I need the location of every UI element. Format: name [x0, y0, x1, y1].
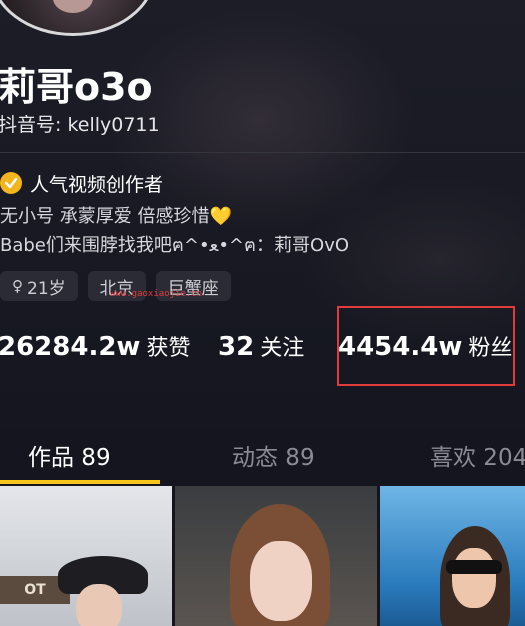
tab-works[interactable]: 作品 89: [28, 438, 111, 472]
bio-line-1: 无小号 承蒙厚爱 倍感珍惜💛: [0, 206, 232, 227]
followers-highlight-box: [337, 306, 515, 386]
video-thumbnail-2[interactable]: [175, 486, 377, 626]
face-shape: [452, 548, 496, 608]
video-thumbnail-1[interactable]: OT: [0, 486, 172, 626]
bio-line-2: Babe们来围脖找我吧ฅ^•ﻌ•^ฅ：莉哥OvO: [0, 235, 350, 256]
watermark: www.gaoxiaojie.cn: [110, 289, 203, 299]
profile-name: 莉哥o3o: [0, 65, 153, 109]
active-tab-indicator: [0, 480, 160, 484]
sunglasses-shape: [446, 560, 502, 574]
likes-label: 获赞: [146, 336, 191, 361]
stat-likes[interactable]: 26284.2w 获赞: [0, 330, 190, 362]
video-grid: OT: [0, 486, 525, 626]
tab-dynamics[interactable]: 动态 89: [232, 438, 315, 472]
following-label: 关注: [260, 336, 305, 361]
avatar-face: [53, 0, 93, 13]
video-thumbnail-3[interactable]: [380, 486, 525, 626]
tag-age-label: 21岁: [27, 278, 66, 299]
tab-likes[interactable]: 喜欢 204: [430, 438, 525, 472]
badge-label: 人气视频创作者: [30, 173, 164, 196]
douyin-id: 抖音号: kelly0711: [0, 114, 160, 136]
face-shape: [76, 584, 122, 626]
content-tabs: 作品 89 动态 89 喜欢 204: [0, 430, 525, 486]
gender-female-icon: ♀: [12, 277, 23, 295]
face-shape: [250, 541, 312, 621]
stat-following[interactable]: 32 关注: [218, 330, 304, 362]
creator-badge[interactable]: 人气视频创作者: [0, 168, 163, 198]
tag-age[interactable]: ♀ 21岁: [0, 271, 78, 301]
verified-check-icon: [0, 172, 22, 194]
likes-count: 26284.2w: [0, 332, 141, 362]
divider: [0, 152, 525, 153]
following-count: 32: [218, 332, 255, 362]
